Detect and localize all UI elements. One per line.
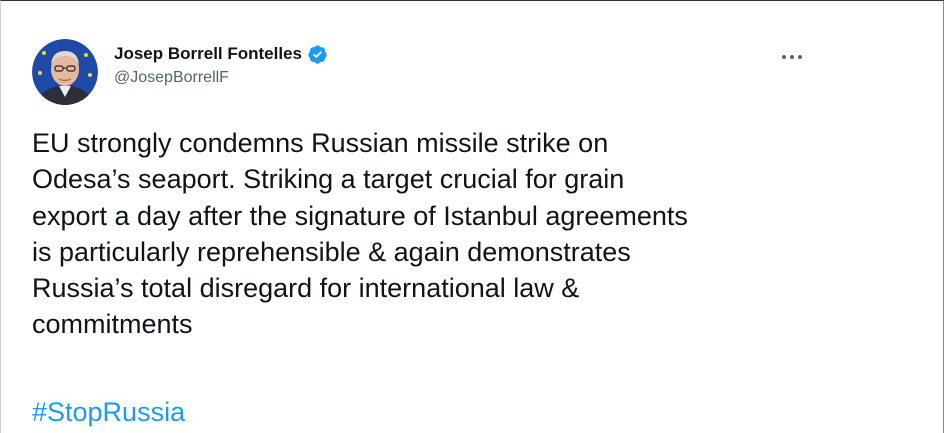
author-display-name[interactable]: Josep Borrell Fontelles: [114, 44, 302, 64]
tweet-card: Josep Borrell Fontelles @JosepBorrellF E…: [0, 0, 944, 433]
author-avatar[interactable]: [32, 39, 98, 105]
author-name-row: Josep Borrell Fontelles: [114, 42, 328, 66]
tweet-text: EU strongly condemns Russian missile str…: [32, 128, 688, 340]
author-identity: Josep Borrell Fontelles @JosepBorrellF: [114, 42, 328, 87]
avatar-photo: [32, 39, 98, 105]
more-options-button[interactable]: [775, 41, 809, 71]
more-horizontal-icon: [781, 47, 803, 65]
author-handle[interactable]: @JosepBorrellF: [114, 69, 328, 87]
verified-badge-icon: [307, 44, 328, 65]
hashtag-link[interactable]: #StopRussia: [32, 394, 185, 430]
tweet-header: Josep Borrell Fontelles @JosepBorrellF: [32, 39, 803, 105]
